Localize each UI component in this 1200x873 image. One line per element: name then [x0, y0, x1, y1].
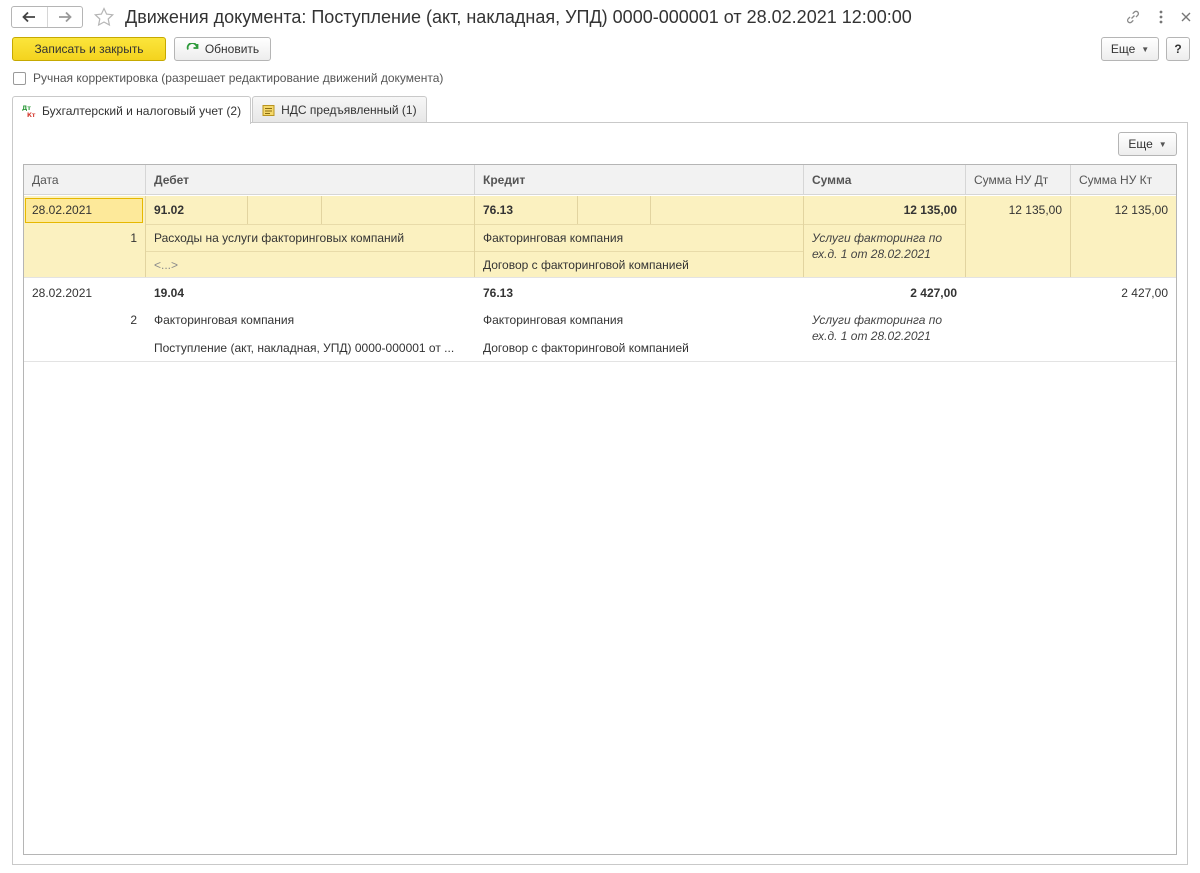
forward-button[interactable]	[46, 7, 83, 27]
title-bar: Движения документа: Поступление (акт, на…	[0, 0, 1200, 34]
tab-accounting[interactable]: Дт Кт Бухгалтерский и налоговый учет (2)	[12, 96, 252, 124]
cell-debit-subconto-2[interactable]: Поступление (акт, накладная, УПД) 0000-0…	[146, 334, 466, 362]
cell-amount-nu-dt[interactable]: 12 135,00	[966, 196, 1070, 224]
help-label: ?	[1174, 42, 1182, 56]
dt-kt-icon: Дт Кт	[22, 104, 36, 118]
tab-vat[interactable]: НДС предъявленный (1)	[252, 96, 427, 123]
cell-amount[interactable]: 2 427,00	[804, 279, 965, 307]
column-header-amount[interactable]: Сумма	[804, 165, 965, 195]
column-header-amount-nu-dt[interactable]: Сумма НУ Дт	[966, 165, 1070, 195]
cell-debit-account[interactable]: 19.04	[146, 279, 474, 307]
vertical-dots-icon	[1159, 10, 1163, 24]
cell-credit-subconto-2[interactable]: Договор с факторинговой компанией	[475, 251, 803, 279]
cell-amount[interactable]: 12 135,00	[804, 196, 965, 224]
table-more-label: Еще	[1128, 137, 1153, 151]
cell-credit-subconto-1[interactable]: Факторинговая компания	[475, 306, 803, 334]
table-more-button[interactable]: Еще ▼	[1118, 132, 1177, 156]
close-button[interactable]	[1176, 7, 1196, 27]
tab-accounting-label: Бухгалтерский и налоговый учет (2)	[42, 103, 242, 118]
help-button[interactable]: ?	[1166, 37, 1190, 61]
more-menu-button[interactable]	[1151, 7, 1171, 27]
cell-amount-nu-dt[interactable]	[966, 279, 1070, 307]
manual-correction-checkbox[interactable]	[13, 71, 26, 85]
cell-date[interactable]: 28.02.2021	[24, 196, 145, 224]
caret-down-icon: ▼	[1158, 139, 1167, 149]
caret-down-icon: ▼	[1141, 44, 1150, 54]
table-row[interactable]: 28.02.2021 1 91.02 Расходы на услуги фак…	[24, 196, 1176, 277]
cell-row-number: 2	[130, 313, 137, 327]
svg-text:Дт: Дт	[22, 105, 31, 112]
back-button[interactable]	[12, 7, 47, 27]
save-and-close-label: Записать и закрыть	[34, 42, 144, 56]
refresh-button[interactable]: Обновить	[174, 37, 271, 61]
save-and-close-button[interactable]: Записать и закрыть	[12, 37, 166, 61]
cell-debit-subconto-2[interactable]: <...>	[146, 251, 474, 279]
refresh-icon	[186, 42, 199, 50]
manual-correction-label: Ручная корректировка (разрешает редактир…	[33, 71, 444, 85]
column-header-amount-nu-kt[interactable]: Сумма НУ Кт	[1071, 165, 1176, 195]
more-button[interactable]: Еще ▼	[1101, 37, 1159, 61]
register-tabs: Дт Кт Бухгалтерский и налоговый учет (2)…	[12, 96, 428, 124]
cell-date[interactable]: 28.02.2021	[24, 279, 145, 307]
more-label: Еще	[1110, 42, 1136, 56]
cell-amount-nu-kt[interactable]: 2 427,00	[1071, 279, 1176, 307]
column-header-credit[interactable]: Кредит	[475, 165, 803, 195]
arrow-left-icon	[22, 11, 36, 23]
cell-credit-account[interactable]: 76.13	[475, 279, 803, 307]
cell-debit-subconto-1[interactable]: Факторинговая компания	[146, 306, 474, 334]
svg-text:Кт: Кт	[27, 112, 36, 118]
register-icon	[262, 104, 275, 117]
window-title: Движения документа: Поступление (акт, на…	[125, 7, 912, 27]
postings-table[interactable]: Дата Дебет Кредит Сумма Сумма НУ Дт Сумм…	[23, 164, 1177, 855]
cell-content[interactable]: Услуги факторинга по ех.д. 1 от 28.02.20…	[804, 306, 965, 342]
manual-correction-checkbox-row[interactable]: Ручная корректировка (разрешает редактир…	[13, 71, 443, 85]
link-icon	[1127, 10, 1139, 24]
link-button[interactable]	[1123, 7, 1143, 27]
tab-vat-label: НДС предъявленный (1)	[281, 103, 417, 117]
cell-credit-account[interactable]: 76.13	[475, 196, 577, 224]
cell-credit-subconto-2[interactable]: Договор с факторинговой компанией	[475, 334, 803, 362]
refresh-label: Обновить	[204, 42, 260, 56]
cell-credit-subconto-1[interactable]: Факторинговая компания	[475, 224, 803, 252]
cell-row-number: 1	[130, 231, 137, 245]
column-header-debit[interactable]: Дебет	[146, 165, 474, 195]
navigation-buttons	[11, 6, 83, 28]
cell-content[interactable]: Услуги факторинга по ех.д. 1 от 28.02.20…	[804, 224, 965, 260]
column-header-date[interactable]: Дата	[24, 165, 145, 195]
table-header: Дата Дебет Кредит Сумма Сумма НУ Дт Сумм…	[24, 165, 1176, 195]
cell-debit-subconto-1[interactable]: Расходы на услуги факторинговых компаний	[146, 224, 474, 252]
table-row[interactable]: 28.02.2021 2 19.04 Факторинговая компани…	[24, 279, 1176, 361]
cell-amount-nu-kt[interactable]: 12 135,00	[1071, 196, 1176, 224]
arrow-right-icon	[58, 11, 72, 23]
favorite-star-icon[interactable]	[93, 6, 115, 28]
cell-debit-account[interactable]: 91.02	[146, 196, 247, 224]
close-icon	[1181, 12, 1191, 22]
